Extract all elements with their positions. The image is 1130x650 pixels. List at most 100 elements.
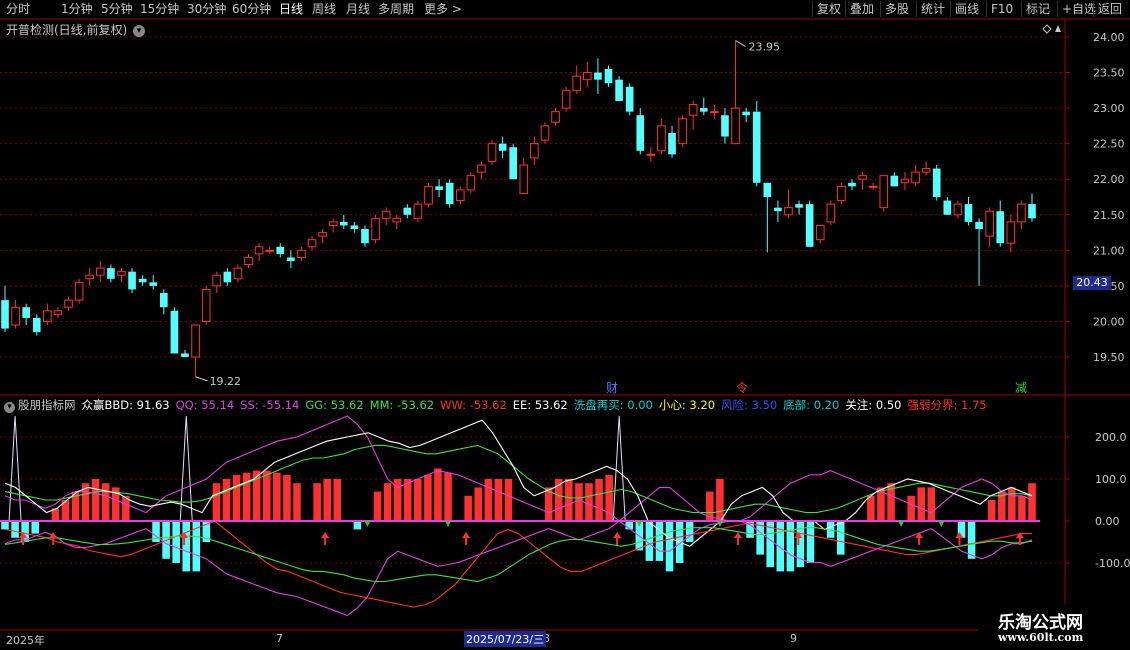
candle-body	[74, 281, 84, 301]
candle-body	[22, 307, 30, 318]
bbd-bar-up	[575, 483, 583, 521]
bbd-bar-up	[605, 474, 613, 521]
bbd-bar-up	[917, 487, 926, 521]
candle-body	[848, 182, 856, 187]
candle-body	[128, 271, 136, 290]
candle-body	[107, 268, 115, 279]
bbd-bar-down	[11, 521, 19, 538]
bbd-bar-up	[414, 479, 422, 521]
candle-body	[254, 246, 264, 255]
candle-body	[181, 353, 189, 357]
bbd-bar-down	[967, 521, 976, 559]
green-marker-icon-4	[898, 521, 905, 527]
high-price-label: 23.95	[749, 41, 781, 54]
candle-body	[445, 182, 454, 205]
bbd-bar-up	[585, 483, 593, 521]
indicator-header: ▾ 股朋指标网 众赢BBD: 91.63 QQ: 55.14 SS: -55.14 GG:…	[0, 397, 1060, 413]
candle-body	[784, 207, 793, 216]
candle-body	[858, 175, 867, 180]
indicator-value-12: 强弱分界: 1.75	[907, 398, 987, 412]
bbd-bar-up	[242, 472, 251, 521]
candle-body	[1006, 221, 1016, 244]
price-axis-label-4: 22.00	[1093, 173, 1125, 186]
bbd-bar-down	[836, 521, 845, 555]
candle-body	[85, 274, 95, 280]
chevron-down-icon[interactable]: ▾	[133, 24, 146, 37]
candle-body	[117, 271, 126, 276]
bbd-bar-up	[474, 487, 483, 521]
indicator-value-5: WW: -53.62	[440, 398, 507, 412]
spike-line-2	[612, 415, 626, 522]
candle-body	[328, 221, 338, 226]
main-chart-title[interactable]: 开普检测(日线,前复权) ▾	[6, 21, 146, 38]
candle-body	[985, 210, 994, 237]
candle-body	[307, 239, 317, 248]
indicator-value-10: 底部: 0.20	[783, 398, 840, 412]
candle-body	[64, 299, 73, 308]
candle-body	[795, 204, 803, 208]
bbd-bar-up	[1008, 487, 1016, 521]
candle-body	[594, 72, 602, 80]
candle-body	[668, 133, 676, 155]
candle-body	[149, 282, 158, 286]
candle-body	[371, 217, 380, 241]
candle-body	[138, 278, 147, 283]
candle-body	[657, 125, 666, 152]
bbd-bar-down	[172, 521, 180, 563]
stock-title-text: 开普检测(日线,前复权)	[6, 23, 128, 37]
bbd-bar-down	[685, 521, 694, 542]
candle-body	[774, 207, 782, 212]
candle-body	[392, 217, 402, 223]
bbd-bar-up	[504, 479, 513, 521]
bbd-bar-up	[494, 479, 503, 521]
candle-body	[95, 267, 105, 276]
bbd-bar-up	[232, 474, 241, 521]
date-axis: 2025年 7 8 9 2025/07/23/三	[0, 630, 1060, 650]
candle-body	[890, 175, 899, 187]
bbd-bar-down	[353, 521, 362, 530]
candle-body	[212, 274, 222, 287]
candle-body	[413, 203, 423, 219]
price-axis-label-1: 23.50	[1093, 67, 1125, 80]
bbd-bar-down	[645, 521, 654, 561]
candle-body	[1, 300, 9, 329]
ind-axis-label-3: -100.0	[1095, 557, 1130, 570]
triangle-icon	[1055, 25, 1061, 32]
bbd-bar-up	[101, 483, 110, 521]
candle-body	[233, 267, 243, 280]
candle-body	[900, 178, 910, 184]
low-price-label: 19.22	[210, 375, 242, 388]
candle-body	[339, 221, 348, 226]
price-axis-label-6: 21.00	[1093, 244, 1125, 257]
ind-axis-label-2: 0.00	[1095, 515, 1120, 528]
low-pointer	[195, 376, 208, 382]
candle-body	[879, 175, 889, 209]
candle-body	[276, 246, 285, 254]
watermark-url: www.60lt.com	[998, 631, 1084, 644]
date-label-7: 7	[276, 632, 283, 645]
candle-body	[361, 229, 369, 244]
candle-body	[583, 72, 592, 81]
ind-axis-label-1: 100.0	[1095, 473, 1127, 486]
bbd-bar-up	[293, 483, 301, 521]
candle-body	[1017, 203, 1026, 223]
candle-body	[625, 86, 634, 112]
candle-body	[160, 293, 168, 308]
candle-body	[953, 203, 963, 216]
date-label-2025: 2025年	[6, 634, 45, 647]
indicator-menu-icon[interactable]: ▾	[4, 402, 15, 413]
chart-canvas[interactable]: 24.0023.5023.0022.5022.0021.5021.0020.50…	[0, 0, 1130, 650]
bbd-bar-up	[484, 479, 493, 521]
bbd-bar-up	[424, 474, 432, 521]
event-label-1: 令	[736, 380, 748, 395]
bbd-bar-up	[1018, 495, 1026, 521]
price-axis-label-9: 19.50	[1093, 351, 1125, 364]
candle-body	[265, 249, 275, 252]
event-label-2: 减	[1015, 381, 1027, 395]
indicator-value-3: GG: 53.62	[305, 398, 364, 412]
bbd-bar-up	[383, 483, 392, 521]
price-axis-label-8: 20.00	[1093, 315, 1125, 328]
bbd-bar-up	[222, 479, 231, 521]
candle-body	[868, 185, 878, 188]
candle-body	[540, 125, 550, 141]
